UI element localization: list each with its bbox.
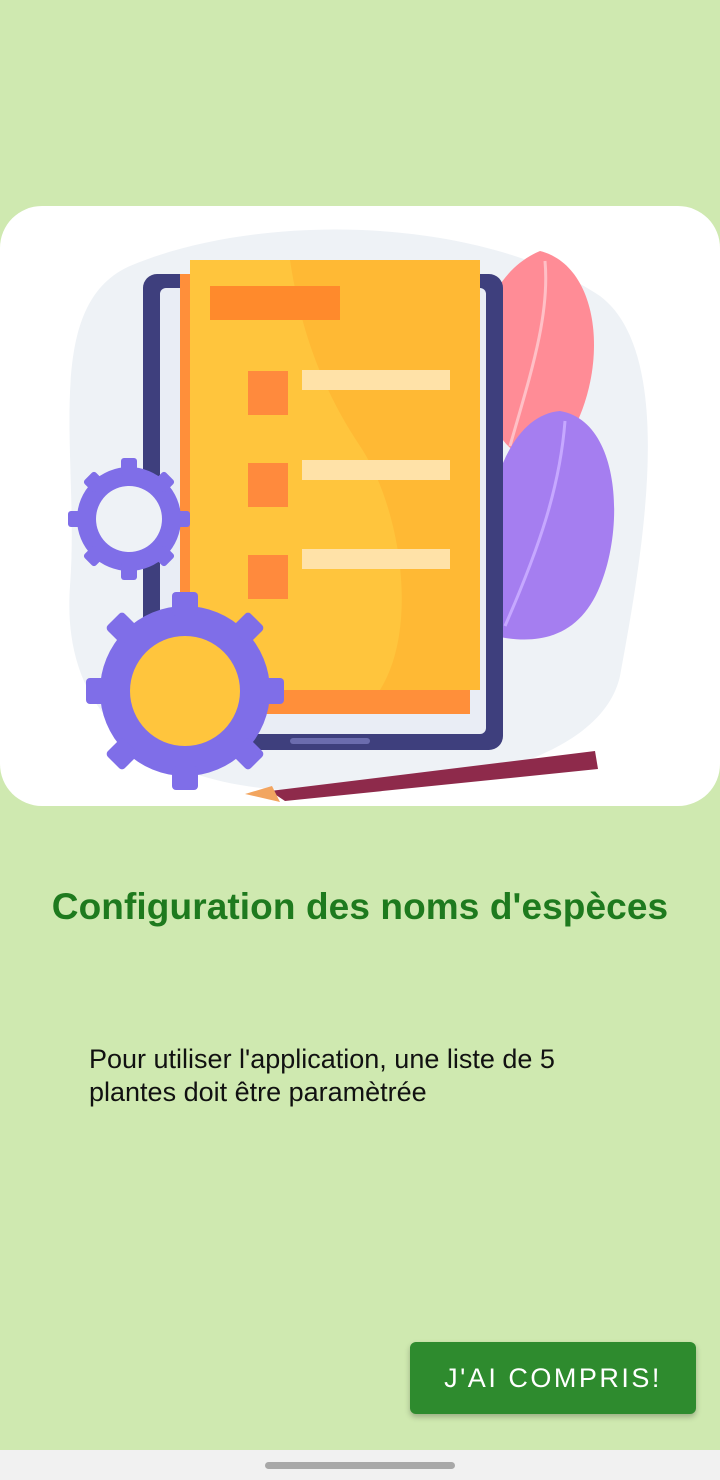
gesture-handle[interactable] (265, 1462, 455, 1469)
checklist-illustration-icon (68, 229, 648, 802)
illustration-card (0, 206, 720, 806)
system-navigation-bar (0, 1450, 720, 1480)
description-text: Pour utiliser l'application, une liste d… (89, 1044, 555, 1107)
understood-button[interactable]: J'AI COMPRIS! (410, 1342, 696, 1414)
page-title: Configuration des noms d'espèces (51, 886, 669, 927)
onboarding-screen: Configuration des noms d'espèces Pour ut… (0, 0, 720, 1450)
